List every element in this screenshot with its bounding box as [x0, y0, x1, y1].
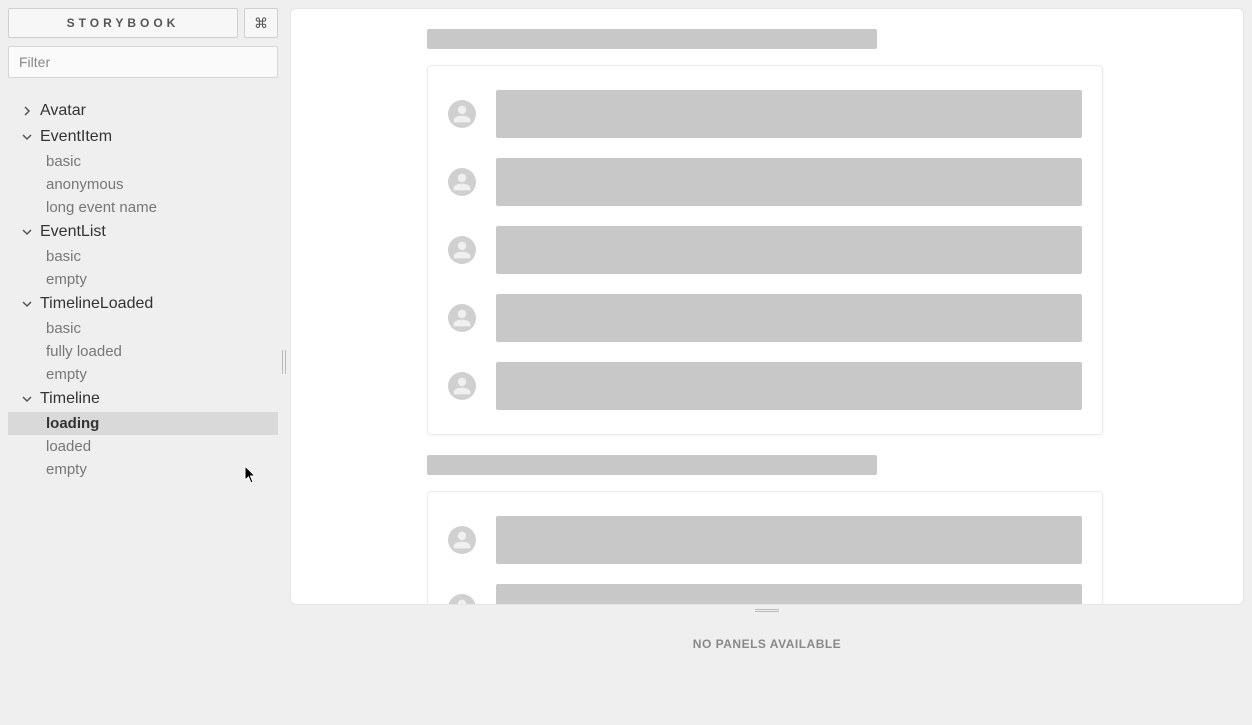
text-skeleton — [496, 294, 1082, 342]
tree-group-label: TimelineLoaded — [40, 295, 153, 313]
shortcuts-button[interactable]: ⌘ — [244, 8, 278, 38]
text-skeleton — [496, 516, 1082, 564]
avatar-skeleton — [448, 594, 476, 604]
tree-group-eventitem[interactable]: EventItem — [8, 124, 278, 150]
event-list-card — [427, 491, 1103, 604]
tree-story-basic[interactable]: basic — [8, 317, 278, 340]
tree-story-empty[interactable]: empty — [8, 458, 278, 481]
tree-story-fully-loaded[interactable]: fully loaded — [8, 340, 278, 363]
addons-panel: NO PANELS AVAILABLE — [290, 615, 1244, 725]
text-skeleton — [496, 584, 1082, 604]
avatar-skeleton — [448, 168, 476, 196]
event-row-skeleton — [448, 80, 1082, 148]
avatar-skeleton — [448, 304, 476, 332]
tree-group-label: EventList — [40, 223, 106, 241]
avatar-skeleton — [448, 526, 476, 554]
tree-group-label: EventItem — [40, 128, 112, 146]
chevron-down-icon — [20, 227, 34, 237]
avatar-skeleton — [448, 372, 476, 400]
text-skeleton — [496, 226, 1082, 274]
tree-story-empty[interactable]: empty — [8, 268, 278, 291]
event-row-skeleton — [448, 284, 1082, 352]
avatar-skeleton — [448, 236, 476, 264]
tree-group-eventlist[interactable]: EventList — [8, 219, 278, 245]
tree-group-avatar[interactable]: Avatar — [8, 98, 278, 124]
avatar-skeleton — [448, 100, 476, 128]
section-title-skeleton — [427, 455, 877, 475]
storybook-logo-button[interactable]: STORYBOOK — [8, 8, 238, 38]
stories-tree: AvatarEventItembasicanonymouslong event … — [8, 92, 278, 717]
tree-story-empty[interactable]: empty — [8, 363, 278, 386]
event-row-skeleton — [448, 148, 1082, 216]
tree-story-basic[interactable]: basic — [8, 150, 278, 173]
event-row-skeleton — [448, 506, 1082, 574]
text-skeleton — [496, 90, 1082, 138]
chevron-down-icon — [20, 132, 34, 142]
tree-story-anonymous[interactable]: anonymous — [8, 173, 278, 196]
tree-story-loaded[interactable]: loaded — [8, 435, 278, 458]
event-row-skeleton — [448, 216, 1082, 284]
no-panels-message: NO PANELS AVAILABLE — [693, 637, 841, 651]
tree-story-long-event-name[interactable]: long event name — [8, 196, 278, 219]
event-list-card — [427, 65, 1103, 435]
sidebar-resize-handle[interactable] — [282, 350, 286, 374]
tree-group-label: Avatar — [40, 102, 86, 120]
text-skeleton — [496, 158, 1082, 206]
chevron-down-icon — [20, 299, 34, 309]
event-row-skeleton — [448, 352, 1082, 420]
chevron-down-icon — [20, 394, 34, 404]
tree-group-timeline[interactable]: Timeline — [8, 386, 278, 412]
section-title-skeleton — [427, 29, 877, 49]
chevron-right-icon — [20, 106, 34, 116]
tree-story-loading[interactable]: loading — [8, 412, 278, 435]
text-skeleton — [496, 362, 1082, 410]
panel-resize-handle[interactable] — [290, 605, 1244, 615]
main-area: NO PANELS AVAILABLE — [286, 0, 1252, 725]
preview-panel — [290, 8, 1244, 605]
filter-input[interactable] — [8, 46, 278, 78]
tree-group-timelineloaded[interactable]: TimelineLoaded — [8, 291, 278, 317]
tree-story-basic[interactable]: basic — [8, 245, 278, 268]
preview-scroll[interactable] — [291, 9, 1243, 604]
event-row-skeleton — [448, 574, 1082, 604]
sidebar: STORYBOOK ⌘ AvatarEventItembasicanonymou… — [0, 0, 286, 725]
tree-group-label: Timeline — [40, 390, 100, 408]
